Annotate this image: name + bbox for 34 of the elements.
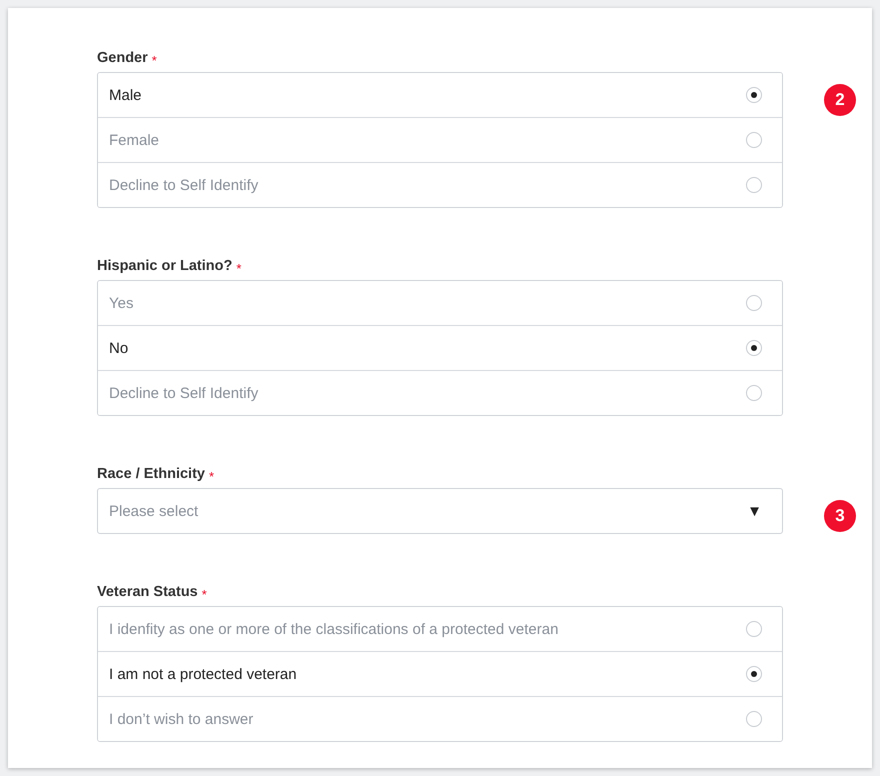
step-badge: 2: [824, 84, 856, 116]
radio-button[interactable]: [746, 87, 762, 103]
required-mark: *: [208, 469, 214, 484]
select-placeholder: Please select: [109, 502, 198, 520]
field-label: Hispanic or Latino?: [97, 258, 232, 274]
radio-button[interactable]: [746, 666, 762, 682]
radio-button[interactable]: [746, 132, 762, 148]
option-label: I idenfity as one or more of the classifications of a protected veteran: [109, 620, 558, 638]
option-label: Female: [109, 132, 160, 148]
radio-button[interactable]: [746, 295, 762, 311]
option-label: Yes: [109, 294, 134, 312]
required-mark: *: [236, 261, 242, 276]
radio-button[interactable]: [746, 621, 762, 637]
option-label: No: [109, 340, 128, 356]
field-label: Gender: [97, 50, 148, 66]
radio-option[interactable]: Decline to Self Identify: [98, 162, 782, 207]
radio-option[interactable]: I don’t wish to answer: [98, 696, 782, 741]
radio-button[interactable]: [746, 385, 762, 401]
option-label: I don’t wish to answer: [109, 710, 254, 728]
option-label: Male: [109, 86, 142, 104]
field-label: Race / Ethnicity: [97, 466, 205, 482]
caret-icon: ▼: [747, 502, 762, 520]
field-label: Veteran Status: [97, 584, 198, 600]
radio-button[interactable]: [746, 177, 762, 193]
select-dropdown[interactable]: Please select ▼: [97, 488, 783, 534]
step-badge: 3: [824, 500, 856, 532]
radio-button[interactable]: [746, 340, 762, 356]
option-label: Decline to Self Identify: [109, 384, 258, 402]
radio-option[interactable]: Decline to Self Identify: [98, 370, 782, 415]
option-label: I am not a protected veteran: [109, 666, 297, 682]
required-mark: *: [202, 587, 207, 602]
option-label: Decline to Self Identify: [109, 176, 258, 194]
required-mark: *: [152, 53, 157, 68]
radio-button[interactable]: [746, 711, 762, 727]
